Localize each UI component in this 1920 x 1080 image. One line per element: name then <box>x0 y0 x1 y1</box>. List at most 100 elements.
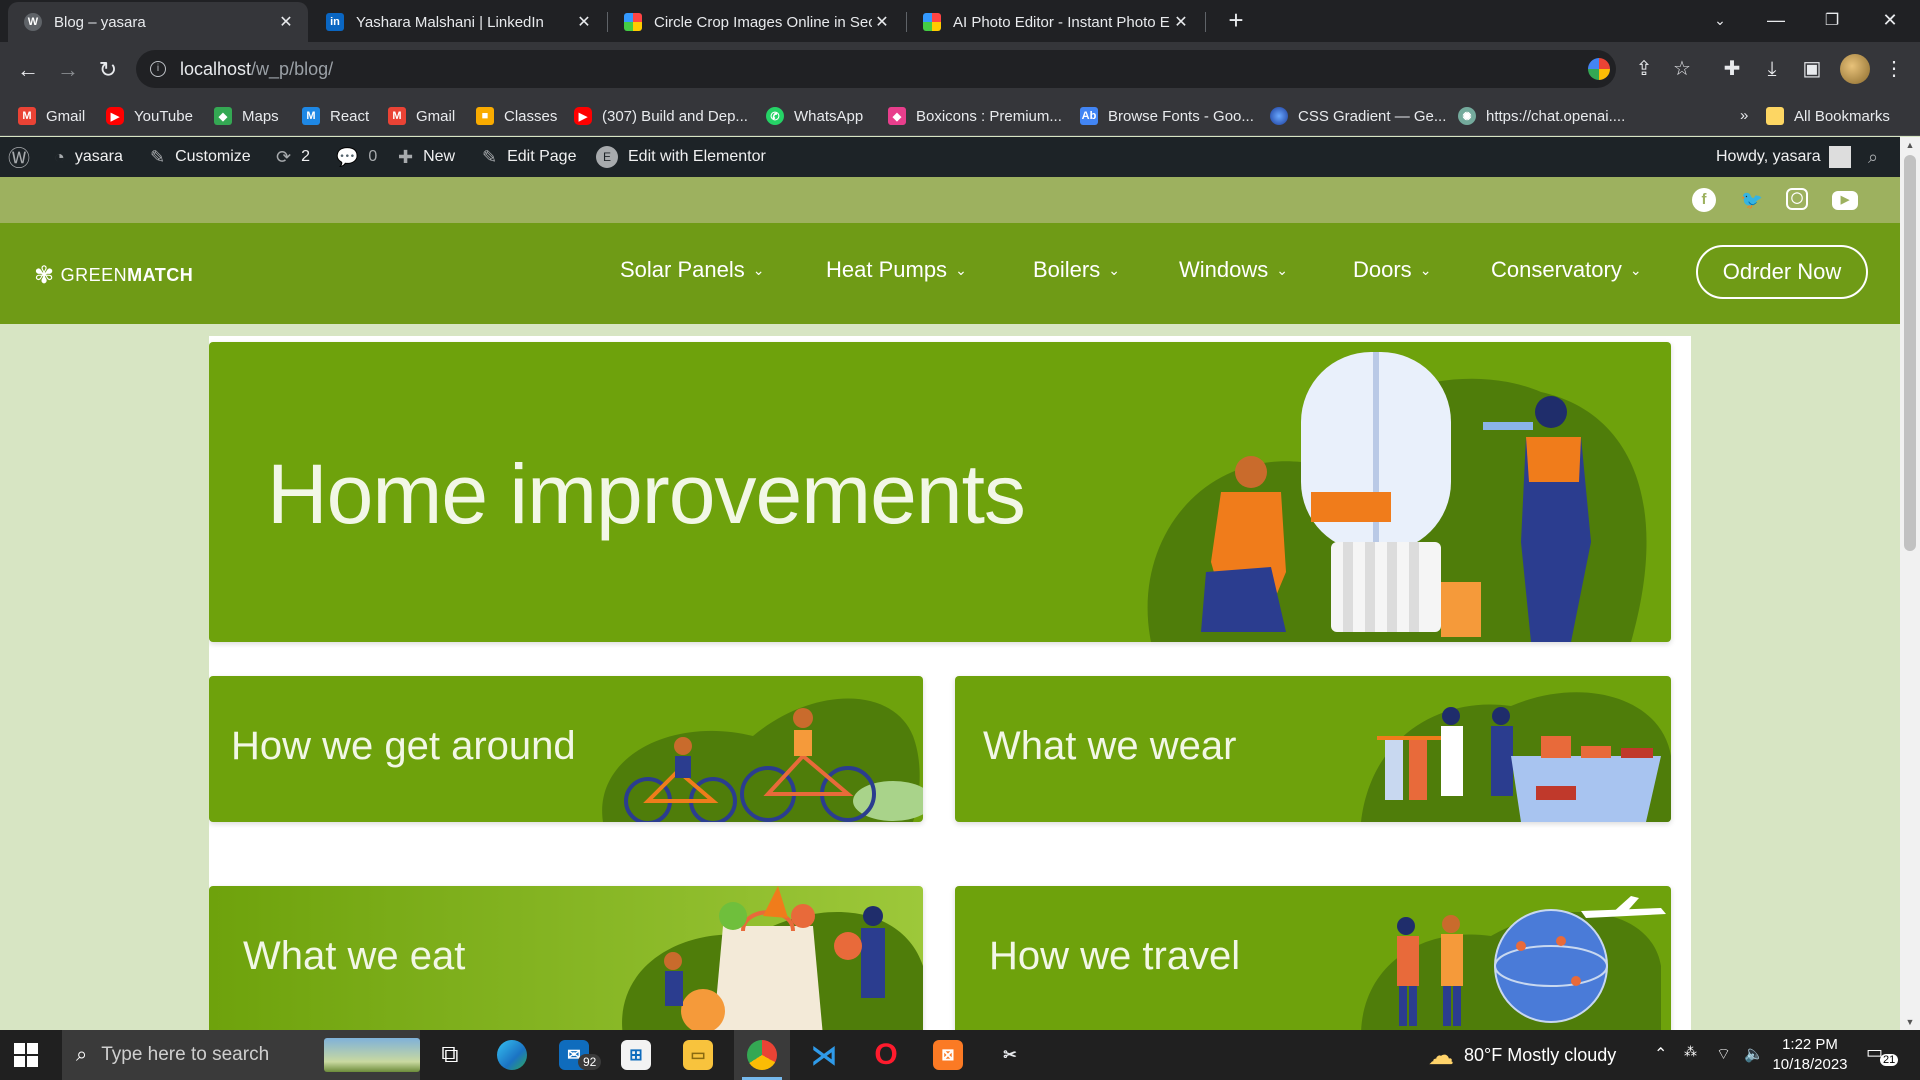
menu-windows[interactable]: Windows ⌄ <box>1179 257 1288 283</box>
reload-icon[interactable]: ↻ <box>92 54 124 86</box>
menu-heat-pumps[interactable]: Heat Pumps ⌄ <box>826 257 967 283</box>
scrollbar-thumb[interactable] <box>1904 155 1916 551</box>
restore-button[interactable]: ❐ <box>1804 0 1860 40</box>
bookmark-star-icon[interactable]: ☆ <box>1668 55 1696 83</box>
youtube-icon[interactable]: ▶ <box>1832 191 1858 210</box>
close-tab-icon[interactable]: ✕ <box>1171 12 1191 32</box>
tab-search-icon[interactable]: ⌄ <box>1692 0 1748 40</box>
bookmark-react[interactable]: M React <box>302 107 369 125</box>
extensions-icon[interactable]: ✚ <box>1718 55 1746 83</box>
back-arrow-icon[interactable]: ← <box>12 54 44 86</box>
taskbar-search-box[interactable]: ⌕ Type here to search <box>62 1030 420 1080</box>
download-icon[interactable]: ⤓ <box>1758 55 1786 83</box>
bookmark-google-fonts[interactable]: Ab Browse Fonts - Goo... <box>1080 107 1254 125</box>
bookmark-gmail-2[interactable]: M Gmail <box>388 107 455 125</box>
instagram-icon[interactable]: ◯ <box>1786 188 1808 210</box>
admin-comments-link[interactable]: 💬 0 <box>336 137 377 177</box>
chevron-down-icon: ⌄ <box>752 261 765 278</box>
profile-avatar[interactable] <box>1840 54 1870 84</box>
admin-elementor-link[interactable]: E Edit with Elementor <box>596 137 766 177</box>
admin-new-link[interactable]: ✚ New <box>398 137 455 177</box>
file-explorer-icon[interactable]: ▭ <box>670 1030 726 1080</box>
edge-icon[interactable] <box>484 1030 540 1080</box>
bookmark-chatgpt[interactable]: ✺ https://chat.openai.... <box>1458 107 1625 125</box>
menu-kebab-icon[interactable]: ⋮ <box>1880 55 1908 83</box>
address-bar[interactable]: i localhost/w_p/blog/ <box>136 50 1616 88</box>
close-window-button[interactable]: ✕ <box>1862 0 1918 40</box>
admin-site-link[interactable]: ◔ yasara <box>54 137 123 177</box>
plus-icon: ✚ <box>398 146 414 167</box>
close-tab-icon[interactable]: ✕ <box>276 12 296 32</box>
bookmark-classes[interactable]: ■ Classes <box>476 107 557 125</box>
tray-chevron-up-icon[interactable]: ⌃ <box>1654 1044 1667 1064</box>
menu-doors[interactable]: Doors ⌄ <box>1353 257 1431 283</box>
tab-circle-crop[interactable]: Circle Crop Images Online in Sec ✕ <box>608 2 904 42</box>
order-now-button[interactable]: Odrder Now <box>1696 245 1868 299</box>
bookmark-css-gradient[interactable]: CSS Gradient — Ge... <box>1270 107 1446 125</box>
weather-widget[interactable]: ☁ 80°F Mostly cloudy <box>1428 1030 1616 1080</box>
bookmark-gmail[interactable]: M Gmail <box>18 107 85 125</box>
notification-center-icon[interactable]: ▭ 21 <box>1866 1042 1899 1068</box>
card-title: What we wear <box>983 724 1237 768</box>
admin-customize-link[interactable]: ✎ Customize <box>150 137 251 177</box>
opera-icon[interactable]: O <box>858 1030 914 1080</box>
scroll-down-arrow-icon[interactable]: ▼ <box>1900 1014 1920 1030</box>
share-icon[interactable]: ⇪ <box>1630 55 1658 83</box>
wifi-icon[interactable]: ⌔ <box>1716 1044 1731 1064</box>
bookmark-whatsapp[interactable]: ✆ WhatsApp <box>766 107 863 125</box>
card-how-we-get-around[interactable]: How we get around <box>209 676 923 822</box>
twitter-icon[interactable]: 🐦 <box>1740 188 1764 212</box>
admin-updates-link[interactable]: ⟳ 2 <box>276 137 310 177</box>
admin-account-link[interactable]: Howdy, yasara <box>1716 137 1851 177</box>
side-panel-icon[interactable]: ▣ <box>1798 55 1826 83</box>
bookmark-boxicons[interactable]: ◆ Boxicons : Premium... <box>888 107 1062 125</box>
menu-conservatory[interactable]: Conservatory ⌄ <box>1491 257 1642 283</box>
scroll-up-arrow-icon[interactable]: ▲ <box>1900 137 1920 153</box>
system-clock[interactable]: 1:22 PM 10/18/2023 <box>1768 1035 1852 1075</box>
all-bookmarks-button[interactable]: All Bookmarks <box>1766 107 1890 125</box>
vscode-icon[interactable]: ⋊ <box>796 1030 852 1080</box>
tab-title: Circle Crop Images Online in Sec <box>654 13 872 31</box>
task-view-icon[interactable]: ⧉ <box>422 1030 478 1080</box>
google-lens-icon[interactable] <box>1588 58 1610 80</box>
tab-blog[interactable]: W Blog – yasara ✕ <box>8 2 308 42</box>
language-icon[interactable]: ⁂ <box>1684 1044 1697 1060</box>
card-how-we-travel[interactable]: How we travel <box>955 886 1671 1030</box>
tab-linkedin[interactable]: in Yashara Malshani | LinkedIn ✕ <box>310 2 606 42</box>
card-what-we-eat[interactable]: What we eat <box>209 886 923 1030</box>
menu-boilers[interactable]: Boilers ⌄ <box>1033 257 1120 283</box>
snipping-tool-icon[interactable]: ✂ <box>982 1030 1038 1080</box>
page-scrollbar[interactable]: ▲ ▼ <box>1900 137 1920 1030</box>
site-info-icon[interactable]: i <box>150 61 166 77</box>
minimize-button[interactable]: — <box>1748 0 1804 40</box>
admin-search-icon[interactable]: ⌕ <box>1868 137 1878 177</box>
tab-photo-editor[interactable]: AI Photo Editor - Instant Photo E ✕ <box>907 2 1203 42</box>
bookmark-build-deploy[interactable]: ▶ (307) Build and Dep... <box>574 107 748 125</box>
more-bookmarks-button[interactable]: » <box>1740 107 1748 124</box>
bookmark-youtube[interactable]: ▶ YouTube <box>106 107 193 125</box>
wordpress-icon: Ⓦ <box>8 146 31 171</box>
xampp-icon[interactable]: ⊠ <box>920 1030 976 1080</box>
forward-arrow-icon[interactable]: → <box>52 54 84 86</box>
close-tab-icon[interactable]: ✕ <box>872 12 892 32</box>
home-improvements-illustration <box>1147 352 1647 642</box>
card-what-we-wear[interactable]: What we wear <box>955 676 1671 822</box>
wordpress-logo-button[interactable]: Ⓦ <box>8 137 40 177</box>
site-logo[interactable]: ✾ GREEN MATCH <box>34 261 193 290</box>
card-title: Home improvements <box>267 447 1026 541</box>
chrome-icon[interactable] <box>734 1030 790 1080</box>
admin-edit-page-link[interactable]: ✎ Edit Page <box>482 137 576 177</box>
card-home-improvements[interactable]: Home improvements <box>209 342 1671 642</box>
linkedin-icon: in <box>326 13 344 31</box>
dashboard-icon: ◔ <box>54 146 65 167</box>
store-icon[interactable]: ⊞ <box>608 1030 664 1080</box>
url-text[interactable]: localhost/w_p/blog/ <box>180 59 333 80</box>
new-tab-button[interactable]: + <box>1222 6 1250 34</box>
facebook-icon[interactable]: f <box>1692 188 1716 212</box>
volume-icon[interactable]: 🔈 <box>1744 1044 1764 1064</box>
menu-solar-panels[interactable]: Solar Panels ⌄ <box>620 257 764 283</box>
windows-start-icon[interactable] <box>14 1043 38 1067</box>
logo-text-light: GREEN <box>60 265 128 285</box>
bookmark-maps[interactable]: ◆ Maps <box>214 107 279 125</box>
close-tab-icon[interactable]: ✕ <box>574 12 594 32</box>
